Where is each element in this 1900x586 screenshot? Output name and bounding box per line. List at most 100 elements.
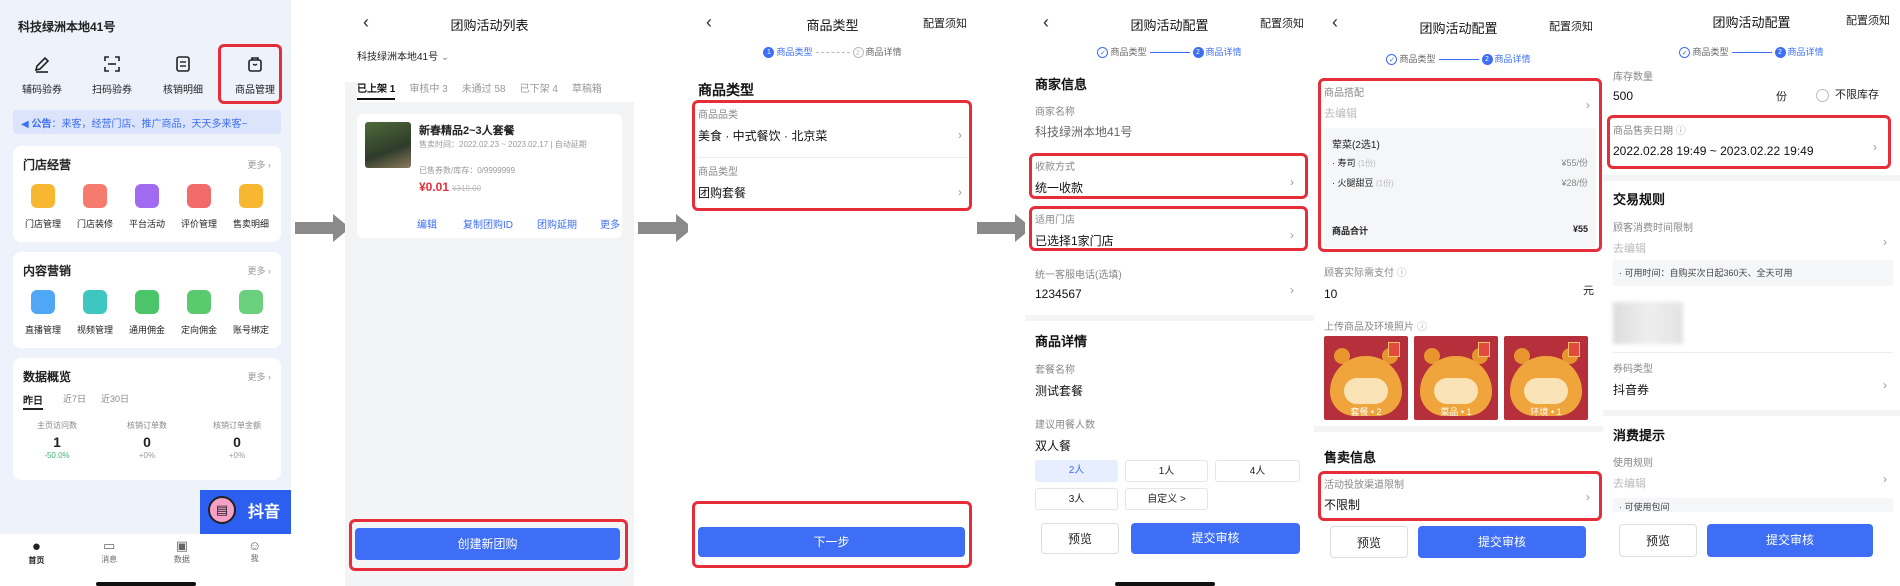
trade-title: 交易规则 (1613, 192, 1666, 207)
chevron-right-icon: › (1290, 283, 1294, 297)
note-icon: ▤ (208, 496, 236, 524)
more-link[interactable]: 更多 › (247, 158, 271, 171)
photo-label: 上传商品及环境照片 ⓘ (1324, 322, 1428, 333)
page-title: 团购活动列表 (450, 18, 529, 33)
action-verify-detail[interactable]: 核销明细 (163, 54, 203, 96)
config-notice-link[interactable]: 配置须知 (1846, 12, 1890, 28)
detail-title: 商品详情 (1035, 334, 1088, 349)
preview-button[interactable]: 预览 (1330, 526, 1408, 558)
tab-7days[interactable]: 近7日 (63, 392, 86, 405)
tab-listed[interactable]: 已上架 1 (357, 84, 396, 100)
content-item[interactable]: 通用佣金 (121, 290, 173, 336)
tab-drafts[interactable]: 草稿箱 (572, 84, 602, 95)
preview-button[interactable]: 预览 (1619, 524, 1697, 557)
store-item[interactable]: 平台活动 (121, 184, 173, 230)
extend-link[interactable]: 团购延期 (537, 216, 577, 231)
store-item[interactable]: 售卖明细 (225, 184, 277, 230)
decorate-icon (83, 184, 107, 208)
content-items: 直播管理 视频管理 通用佣金 定向佣金 账号绑定 (17, 290, 277, 336)
submit-button[interactable]: 提交审核 (1707, 524, 1873, 557)
edit-link[interactable]: 编辑 (417, 216, 437, 231)
content-item[interactable]: 直播管理 (17, 290, 69, 336)
product-stock: 已售券数/库存：0/9999999 (419, 166, 516, 175)
time-limit-field[interactable]: 顾客消费时间限制 去编辑 › (1613, 219, 1893, 255)
copy-id-link[interactable]: 复制团购ID (463, 216, 513, 231)
coupon-type-field[interactable]: 券码类型 抖音券 › (1613, 360, 1893, 400)
tab-30days[interactable]: 近30日 (101, 392, 129, 405)
highlight-box (1029, 153, 1308, 199)
video-icon (83, 290, 107, 314)
people-option-1[interactable]: 1人 (1125, 460, 1208, 482)
screen-config-combo: ‹ 团购活动配置 配置须知 ✓ 商品类型 2 商品详情 商品搭配 去编辑 › 荤菜(2选1) … (1314, 0, 1603, 586)
card-title: 数据概览 (23, 370, 72, 384)
action-code-verify[interactable]: 辅码验券 (22, 54, 62, 96)
help-icon: ⓘ (1396, 268, 1407, 279)
avail-time: · 可用时间：自购买次日起360天、全天可用 (1613, 260, 1893, 286)
notice-bar[interactable]: ◀ 公告：来客，经营门店、推广商品，天天多来客~ (13, 110, 281, 134)
submit-button[interactable]: 提交审核 (1418, 526, 1586, 558)
chevron-right-icon: › (1883, 472, 1887, 486)
store-item[interactable]: 门店装修 (69, 184, 121, 230)
action-label: 核销明细 (163, 85, 203, 96)
more-link[interactable]: 更多 › (247, 370, 271, 383)
home-indicator (1115, 582, 1215, 586)
pay-field[interactable]: 顾客实际需支付 ⓘ 10 元 (1324, 264, 1596, 304)
people-field: 建议用餐人数 双人餐 (1035, 420, 1095, 453)
people-option-custom[interactable]: 自定义 > (1125, 488, 1208, 510)
more-link[interactable]: 更多 (600, 216, 620, 231)
product-card[interactable]: 新春精品2~3人套餐 售卖时间：2022.02.23 ~ 2023.02.17 … (357, 114, 622, 238)
store-item[interactable]: 门店管理 (17, 184, 69, 230)
highlight-box (1318, 471, 1602, 521)
content-item[interactable]: 定向佣金 (173, 290, 225, 336)
package-name-field[interactable]: 套餐名称 测试套餐 (1035, 361, 1300, 399)
help-icon: ⓘ (1417, 322, 1428, 333)
nav-home[interactable]: ● 首页 (16, 538, 56, 586)
shop-name: 科技绿洲本地41号 (18, 20, 116, 34)
douyin-banner[interactable]: ▤ 抖音 (200, 490, 291, 534)
data-card: 数据概览 更多 › 昨日 近7日 近30日 主页访问数 1 -50.0% 核销订单数… (13, 358, 281, 480)
more-link[interactable]: 更多 › (247, 264, 271, 277)
tab-delisted[interactable]: 已下架 4 (520, 84, 558, 95)
chart-icon: ▣ (175, 538, 189, 553)
nav-message[interactable]: ▭ 消息 (89, 538, 129, 586)
content-card: 内容营销 更多 › 直播管理 视频管理 通用佣金 定向佣金 账号绑定 (13, 252, 281, 348)
tab-reviewing[interactable]: 审核中 3 (409, 84, 447, 95)
shop-selector[interactable]: 科技绿洲本地41号 ⌄ (357, 48, 449, 63)
stock-field[interactable]: 库存数量 500 份 不限库存 (1613, 68, 1893, 108)
tab-yesterday[interactable]: 昨日 (23, 392, 43, 410)
rule-field[interactable]: 使用规则 去编辑 › (1613, 454, 1893, 490)
people-option-4[interactable]: 4人 (1215, 460, 1300, 482)
submit-button[interactable]: 提交审核 (1131, 523, 1300, 554)
config-notice-link[interactable]: 配置须知 (923, 15, 967, 31)
nav-me[interactable]: ☺ 我 (235, 538, 275, 586)
content-item[interactable]: 账号绑定 (225, 290, 277, 336)
photo-environment[interactable]: 环境 • 1 (1504, 336, 1588, 420)
store-items: 门店管理 门店装修 平台活动 评价管理 售卖明细 (17, 184, 277, 230)
product-name: 新春精品2~3人套餐 (419, 125, 515, 137)
photo-dish[interactable]: 菜品 • 1 (1414, 336, 1498, 420)
content-item[interactable]: 视频管理 (69, 290, 121, 336)
radio-icon (1816, 88, 1829, 102)
step-indicator: ✓ 商品类型 2 商品详情 (1603, 45, 1900, 59)
section-gap (1025, 315, 1314, 321)
tab-rejected[interactable]: 未通过 58 (462, 84, 506, 95)
people-option-3[interactable]: 3人 (1035, 488, 1118, 510)
stat: 核销订单金额 0 +0% (213, 421, 261, 460)
config-notice-link[interactable]: 配置须知 (1549, 18, 1593, 34)
link-icon (239, 290, 263, 314)
chevron-down-icon: ⌄ (440, 52, 450, 63)
merchant-name: 商家名称 科技绿洲本地41号 (1035, 107, 1133, 139)
step-indicator: ✓ 商品类型 2 商品详情 (1025, 45, 1314, 59)
config-notice-link[interactable]: 配置须知 (1260, 15, 1304, 31)
photo-package[interactable]: 套餐 • 2 (1324, 336, 1408, 420)
nav-data[interactable]: ▣ 数据 (162, 538, 202, 586)
action-label: 扫码验券 (92, 85, 132, 96)
notice-text: ：来客，经营门店、推广商品，天天多来客~ (51, 119, 248, 130)
store-item[interactable]: 评价管理 (173, 184, 225, 230)
stat: 核销订单数 0 +0% (127, 421, 167, 460)
people-option-2[interactable]: 2人 (1035, 460, 1118, 482)
preview-button[interactable]: 预览 (1041, 523, 1119, 554)
action-scan-verify[interactable]: 扫码验券 (92, 54, 132, 96)
phone-field[interactable]: 统一客服电话(选填) 1234567 › (1035, 266, 1300, 306)
unlimited-toggle[interactable]: 不限库存 (1816, 86, 1879, 102)
